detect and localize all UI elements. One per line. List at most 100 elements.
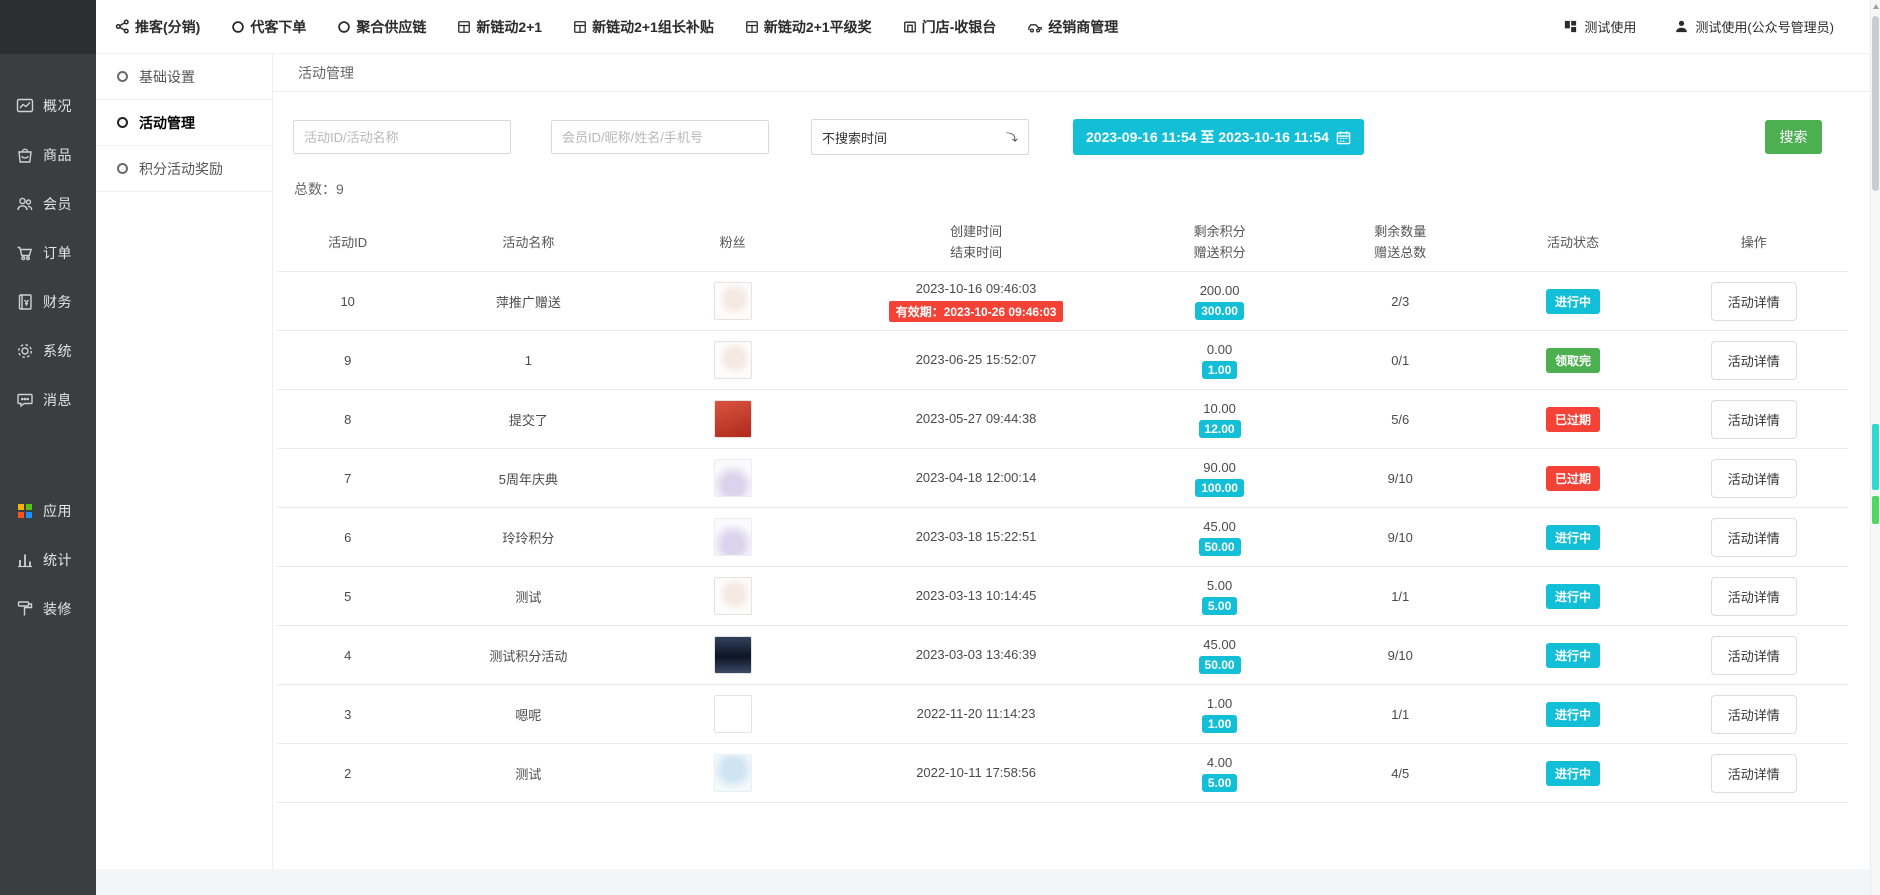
status-badge: 进行中 (1546, 761, 1600, 786)
col-activity-id: 活动ID (277, 213, 418, 272)
table-row: 9 1 2023-06-25 15:52:07 0.00 1.00 0/1 领取… (277, 331, 1848, 390)
sidebar-item-label: 统计 (43, 550, 72, 570)
submenu-item-points-reward[interactable]: 积分活动奖励 (96, 146, 272, 192)
bottom-strip (96, 869, 1880, 895)
member-search-input[interactable] (551, 120, 769, 154)
cell-activity-name: 嗯呢 (418, 685, 638, 744)
cell-times: 2022-11-20 11:14:23 (827, 685, 1125, 744)
topnav-item-store-pos[interactable]: 门店-收银台 (903, 17, 997, 37)
sidebar-item-goods[interactable]: 商品 (0, 130, 96, 179)
cell-status: 进行中 (1487, 272, 1660, 331)
workspace-switcher[interactable]: 测试使用 (1563, 17, 1636, 36)
status-badge: 进行中 (1546, 702, 1600, 727)
members-icon (15, 194, 35, 214)
message-icon (15, 390, 35, 410)
activity-search-input[interactable] (293, 120, 511, 154)
circle-icon (231, 20, 245, 34)
share-icon (115, 19, 130, 34)
topnav-label: 经销商管理 (1048, 17, 1118, 37)
car-icon (1027, 20, 1043, 34)
gift-points-badge: 50.00 (1199, 656, 1241, 674)
top-navbar: 推客(分销) 代客下单 聚合供应链 新链动2+1 新链动2+1组长补贴 新链动2… (96, 0, 1870, 54)
cell-status: 进行中 (1487, 685, 1660, 744)
cell-points: 1.00 1.00 (1125, 685, 1314, 744)
date-range-button[interactable]: 2023-09-16 11:54 至 2023-10-16 11:54 (1073, 119, 1364, 155)
settings-submenu: 基础设置 活动管理 积分活动奖励 (96, 54, 273, 869)
cell-fans (638, 626, 827, 685)
time-filter-select[interactable]: 不搜索时间 ⤵ (811, 119, 1029, 155)
cell-status: 领取完 (1487, 331, 1660, 390)
cell-fans (638, 508, 827, 567)
apps-icon (15, 501, 35, 521)
search-button[interactable]: 搜索 (1765, 120, 1822, 154)
sidebar-item-orders[interactable]: 订单 (0, 228, 96, 277)
gift-points-badge: 1.00 (1202, 361, 1237, 379)
topnav-item-distribution[interactable]: 推客(分销) (115, 17, 200, 37)
scrollbar-mark-cyan (1872, 424, 1879, 490)
workspace-grid-icon (1563, 19, 1578, 34)
activity-detail-button[interactable]: 活动详情 (1711, 577, 1797, 616)
col-actions: 操作 (1659, 213, 1848, 272)
cell-activity-id: 6 (277, 508, 418, 567)
fan-avatar (714, 577, 752, 615)
cell-points: 200.00 300.00 (1125, 272, 1314, 331)
sidebar-item-decorate[interactable]: 装修 (0, 584, 96, 633)
activity-detail-button[interactable]: 活动详情 (1711, 400, 1797, 439)
topnav-item-proxy-order[interactable]: 代客下单 (231, 17, 306, 37)
account-menu[interactable]: 测试使用(公众号管理员) (1674, 17, 1834, 36)
table-row: 3 嗯呢 2022-11-20 11:14:23 1.00 1.00 1/1 进… (277, 685, 1848, 744)
topnav-item-supply-chain[interactable]: 聚合供应链 (337, 17, 426, 37)
topnav-label: 门店-收银台 (922, 17, 997, 37)
sidebar-item-apps[interactable]: 应用 (0, 486, 96, 535)
cell-quantity: 9/10 (1314, 508, 1487, 567)
scrollbar-up-arrow-icon[interactable] (1873, 4, 1879, 9)
scrollbar-mark-green (1872, 496, 1879, 524)
sidebar-item-members[interactable]: 会员 (0, 179, 96, 228)
cell-times: 2023-05-27 09:44:38 (827, 390, 1125, 449)
activity-detail-button[interactable]: 活动详情 (1711, 636, 1797, 675)
topnav-item-chain-peer-bonus[interactable]: 新链动2+1平级奖 (745, 17, 872, 37)
cell-activity-id: 3 (277, 685, 418, 744)
sidebar-item-stats[interactable]: 统计 (0, 535, 96, 584)
main-content: 活动管理 不搜索时间 ⤵ 2023-09-16 11:54 至 2023-10-… (273, 54, 1870, 869)
cell-actions: 活动详情 (1659, 685, 1848, 744)
sidebar-group-gap (0, 424, 96, 486)
system-icon (15, 341, 35, 361)
fan-avatar (714, 459, 752, 497)
cell-points: 45.00 50.00 (1125, 508, 1314, 567)
sidebar-item-label: 装修 (43, 599, 72, 619)
activity-detail-button[interactable]: 活动详情 (1711, 282, 1797, 321)
cell-actions: 活动详情 (1659, 272, 1848, 331)
cell-points: 0.00 1.00 (1125, 331, 1314, 390)
bullet-icon (117, 117, 128, 128)
table-row: 5 测试 2023-03-13 10:14:45 5.00 5.00 1/1 进… (277, 567, 1848, 626)
date-range-text: 2023-09-16 11:54 至 2023-10-16 11:54 (1086, 127, 1329, 147)
activity-detail-button[interactable]: 活动详情 (1711, 518, 1797, 557)
sidebar-item-messages[interactable]: 消息 (0, 375, 96, 424)
scrollbar-thumb[interactable] (1872, 16, 1879, 191)
topnav-item-dealer-mgmt[interactable]: 经销商管理 (1027, 17, 1118, 37)
sidebar-item-finance[interactable]: 财务 (0, 277, 96, 326)
gift-points-badge: 5.00 (1202, 597, 1237, 615)
topnav-item-chain-21[interactable]: 新链动2+1 (457, 17, 542, 37)
activity-detail-button[interactable]: 活动详情 (1711, 341, 1797, 380)
activity-detail-button[interactable]: 活动详情 (1711, 754, 1797, 793)
cell-actions: 活动详情 (1659, 508, 1848, 567)
create-time: 2023-10-16 09:46:03 (829, 280, 1123, 298)
activity-detail-button[interactable]: 活动详情 (1711, 459, 1797, 498)
topbar-right: 测试使用 测试使用(公众号管理员) (1563, 17, 1870, 36)
sidebar-item-system[interactable]: 系统 (0, 326, 96, 375)
topnav-item-chain-leader-bonus[interactable]: 新链动2+1组长补贴 (573, 17, 714, 37)
validity-badge: 有效期：2023-10-26 09:46:03 (889, 301, 1064, 322)
cell-actions: 活动详情 (1659, 744, 1848, 803)
remaining-points: 45.00 (1127, 636, 1312, 653)
create-time: 2023-03-18 15:22:51 (829, 528, 1123, 546)
cell-points: 10.00 12.00 (1125, 390, 1314, 449)
page-scrollbar[interactable] (1870, 0, 1880, 895)
cell-actions: 活动详情 (1659, 626, 1848, 685)
page-title-bar: 活动管理 (273, 54, 1870, 92)
submenu-item-basic-settings[interactable]: 基础设置 (96, 54, 272, 100)
submenu-item-activity-mgmt[interactable]: 活动管理 (96, 100, 272, 146)
sidebar-item-overview[interactable]: 概况 (0, 81, 96, 130)
activity-detail-button[interactable]: 活动详情 (1711, 695, 1797, 734)
